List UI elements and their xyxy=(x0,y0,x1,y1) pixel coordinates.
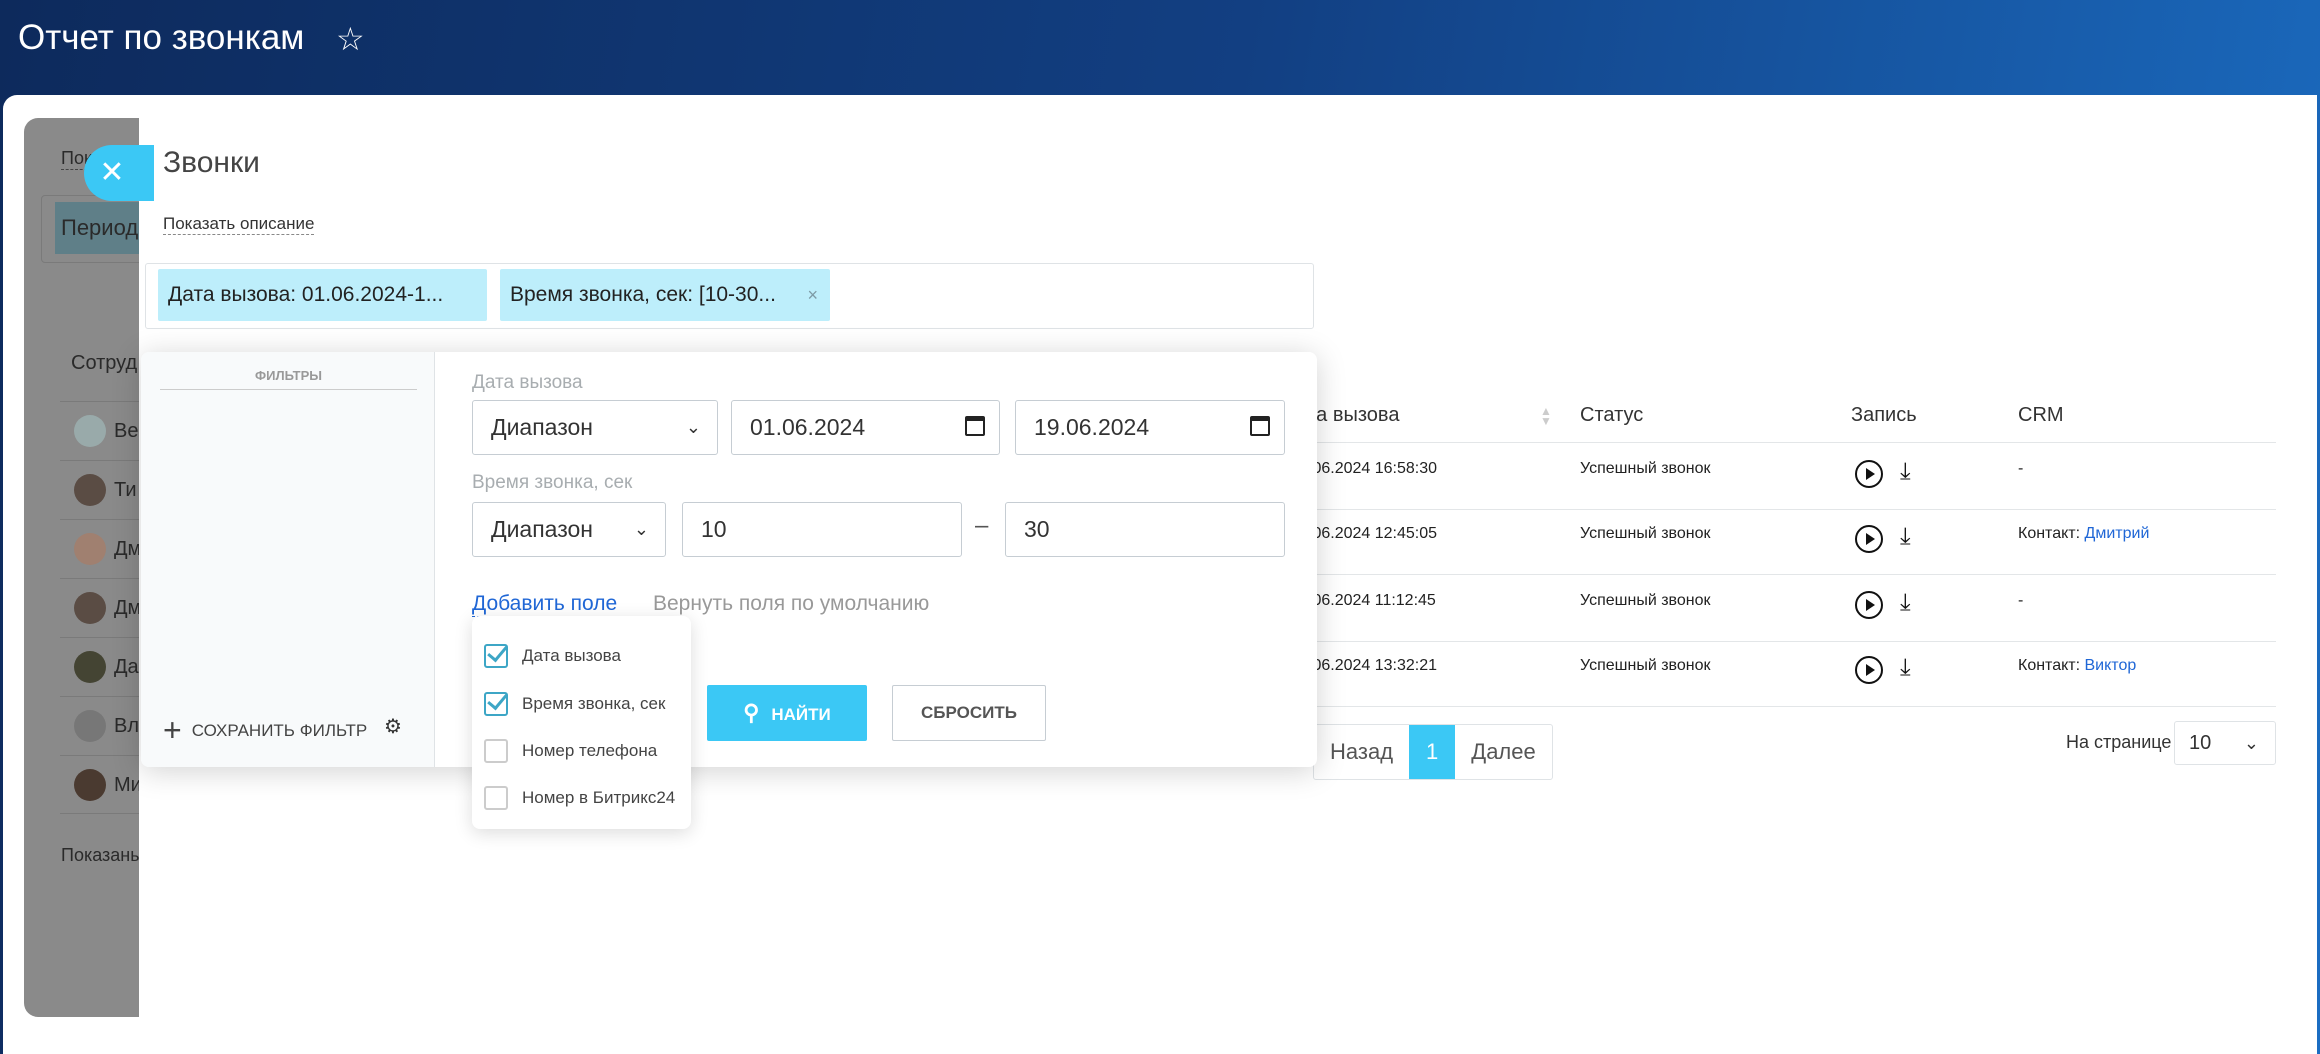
call-date: .06.2024 13:32:21 xyxy=(1308,657,1438,674)
chevron-down-icon: ⌄ xyxy=(633,519,649,539)
call-status: Успешный звонок xyxy=(1580,592,1711,609)
next-page-button[interactable]: Далее xyxy=(1455,725,1551,779)
crm-cell: - xyxy=(2018,460,2024,477)
pagination: Назад 1 Далее xyxy=(1313,724,1553,780)
crm-link[interactable]: Дмитрий xyxy=(2085,525,2150,542)
crm-cell: Контакт: Дмитрий xyxy=(2018,525,2150,542)
employee-name: Да xyxy=(114,656,139,678)
employee-name: Ти xyxy=(114,479,137,501)
gear-icon[interactable]: ⚙ xyxy=(384,714,402,739)
call-date-label: Дата вызова xyxy=(472,372,583,393)
checkbox[interactable] xyxy=(484,786,508,810)
field-option-call-duration[interactable]: Время звонка, сек xyxy=(484,692,665,716)
checkbox-checked[interactable] xyxy=(484,692,508,716)
save-filter-button[interactable]: + СОХРАНИТЬ ФИЛЬТР xyxy=(163,712,367,749)
field-option-phone-number[interactable]: Номер телефона xyxy=(484,739,657,763)
close-icon: ✕ xyxy=(99,156,125,189)
call-date: .06.2024 11:12:45 xyxy=(1308,592,1436,609)
call-duration-type-select[interactable]: Диапазон ⌄ xyxy=(472,502,666,557)
play-icon[interactable] xyxy=(1855,460,1883,488)
find-button[interactable]: ⚲ НАЙТИ xyxy=(707,685,867,741)
call-date-from-input[interactable]: 01.06.2024 xyxy=(731,400,1000,455)
show-description-link[interactable]: Показать описание xyxy=(163,214,315,235)
background-page-overlay: Пок Период Сотруд Вер Ти Дм Дм Да Вла Ми… xyxy=(24,118,154,1017)
sort-icon[interactable]: ▲ ▼ xyxy=(1540,405,1552,427)
filter-tag-call-duration[interactable]: Время звонка, сек: [10-30... × xyxy=(500,269,830,321)
employee-name: Дм xyxy=(114,597,142,619)
avatar xyxy=(74,415,106,447)
shown-count-label: Показаны xyxy=(61,845,144,865)
prev-page-button[interactable]: Назад xyxy=(1314,725,1409,779)
filter-tag-call-date[interactable]: Дата вызова: 01.06.2024-1... xyxy=(158,269,487,321)
slider-title: Звонки xyxy=(163,146,260,179)
field-option-call-date[interactable]: Дата вызова xyxy=(484,644,621,668)
employees-header: Сотруд xyxy=(71,352,138,374)
avatar xyxy=(74,592,106,624)
crm-cell: Контакт: Виктор xyxy=(2018,657,2137,674)
call-status: Успешный звонок xyxy=(1580,460,1711,477)
column-header-crm: CRM xyxy=(2018,404,2064,426)
download-icon[interactable]: ⤓ xyxy=(1900,460,1911,484)
avatar xyxy=(74,769,106,801)
play-icon[interactable] xyxy=(1855,656,1883,684)
page-title: Отчет по звонкам xyxy=(18,18,305,57)
plus-icon: + xyxy=(163,712,182,748)
avatar xyxy=(74,710,106,742)
employee-name: Дм xyxy=(114,538,142,560)
avatar xyxy=(74,651,106,683)
avatar xyxy=(74,533,106,565)
column-header-record: Запись xyxy=(1851,404,1917,426)
per-page-label: На странице xyxy=(2066,732,2172,752)
calendar-icon[interactable] xyxy=(1250,416,1270,436)
call-date-to-input[interactable]: 19.06.2024 xyxy=(1015,400,1285,455)
play-icon[interactable] xyxy=(1855,525,1883,553)
crm-link[interactable]: Виктор xyxy=(2085,657,2137,674)
search-icon: ⚲ xyxy=(743,700,760,725)
avatar xyxy=(74,474,106,506)
download-icon[interactable]: ⤓ xyxy=(1900,591,1911,615)
calendar-icon[interactable] xyxy=(965,416,985,436)
checkbox-checked[interactable] xyxy=(484,644,508,668)
field-option-bitrix-number[interactable]: Номер в Битрикс24 xyxy=(484,786,675,810)
period-box: Период xyxy=(41,195,154,263)
chevron-down-icon: ⌄ xyxy=(2243,733,2259,753)
add-field-menu: Дата вызова Время звонка, сек Номер теле… xyxy=(472,616,691,829)
play-icon[interactable] xyxy=(1855,591,1883,619)
call-duration-label: Время звонка, сек xyxy=(472,472,633,493)
filter-search-input[interactable]: Дата вызова: 01.06.2024-1... Время звонк… xyxy=(145,263,1314,329)
call-date: .06.2024 12:45:05 xyxy=(1308,525,1438,542)
call-status: Успешный звонок xyxy=(1580,525,1711,542)
call-date: .06.2024 16:58:30 xyxy=(1308,460,1438,477)
call-date-type-select[interactable]: Диапазон ⌄ xyxy=(472,400,718,455)
add-field-link[interactable]: Добавить поле xyxy=(472,592,618,617)
checkbox[interactable] xyxy=(484,739,508,763)
close-slider-button[interactable]: ✕ xyxy=(84,145,154,201)
column-header-status: Статус xyxy=(1580,404,1644,426)
call-duration-to-input[interactable]: 30 xyxy=(1005,502,1285,557)
save-filter-label: СОХРАНИТЬ ФИЛЬТР xyxy=(191,720,368,740)
saved-filters-pane: ФИЛЬТРЫ + СОХРАНИТЬ ФИЛЬТР ⚙ xyxy=(141,352,435,767)
filters-title: ФИЛЬТРЫ xyxy=(160,368,417,390)
crm-cell: - xyxy=(2018,592,2024,609)
call-duration-from-input[interactable]: 10 xyxy=(682,502,962,557)
per-page-select[interactable]: 10 ⌄ xyxy=(2174,721,2276,765)
employee-name: Ми xyxy=(114,774,142,796)
tag-label: Время звонка, сек: [10-30... xyxy=(510,283,776,306)
star-icon[interactable]: ☆ xyxy=(336,20,365,58)
download-icon[interactable]: ⤓ xyxy=(1900,656,1911,680)
tag-label: Дата вызова: 01.06.2024-1... xyxy=(168,283,444,306)
range-separator: – xyxy=(975,512,989,539)
page-1-button[interactable]: 1 xyxy=(1409,725,1456,779)
chevron-down-icon: ⌄ xyxy=(685,417,701,437)
remove-tag-icon[interactable]: × xyxy=(807,269,818,321)
reset-button[interactable]: СБРОСИТЬ xyxy=(892,685,1046,741)
call-status: Успешный звонок xyxy=(1580,657,1711,674)
filter-popup: ФИЛЬТРЫ + СОХРАНИТЬ ФИЛЬТР ⚙ Дата вызова … xyxy=(141,352,1317,829)
download-icon[interactable]: ⤓ xyxy=(1900,525,1911,549)
restore-default-fields-link[interactable]: Вернуть поля по умолчанию xyxy=(653,592,929,616)
